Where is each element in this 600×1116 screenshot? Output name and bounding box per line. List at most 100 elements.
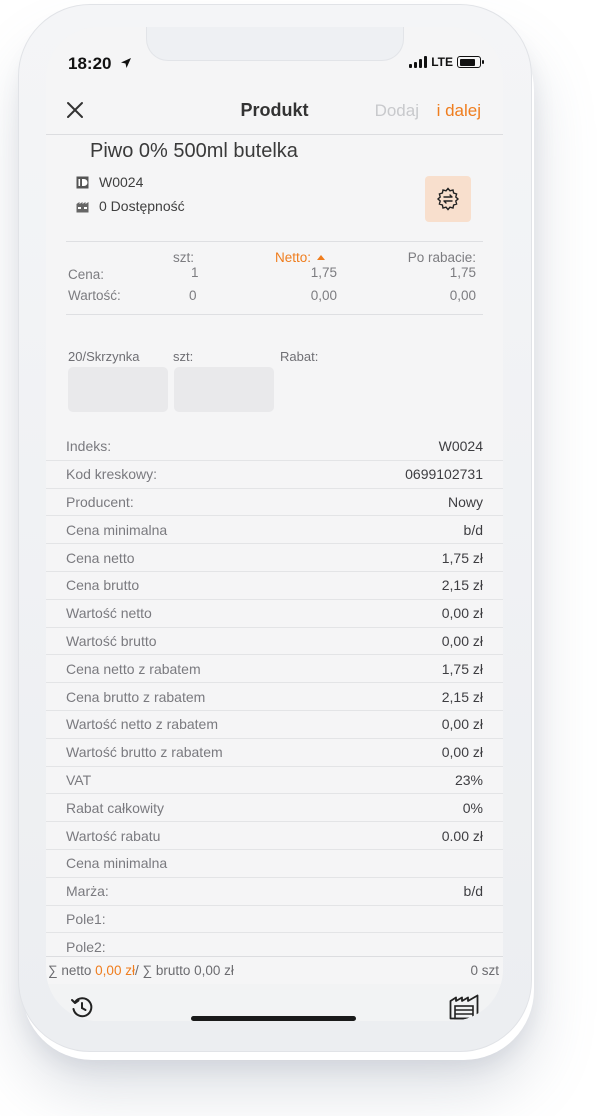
signal-icon	[409, 56, 428, 68]
sum-netto-value: 0,00 zł	[95, 963, 135, 978]
detail-row: Marża: b/d	[46, 878, 503, 906]
discount-label: Rabat:	[280, 349, 319, 364]
price-row-discount: 1,75	[449, 265, 476, 280]
qty-label: szt:	[173, 349, 194, 364]
detail-label: Wartość netto z rabatem	[66, 716, 218, 733]
detail-row: Wartość netto z rabatem 0,00 zł	[46, 711, 503, 739]
detail-value: 0,00 zł	[441, 632, 483, 649]
availability-row: 0 Dostępność	[76, 198, 185, 214]
history-icon[interactable]	[70, 996, 94, 1020]
detail-row: Kod kreskowy: 0699102731	[46, 461, 503, 489]
detail-row: Pole1:	[46, 906, 503, 934]
network-type: LTE	[431, 55, 453, 69]
detail-value: 1,75 zł	[441, 660, 483, 677]
detail-row: Cena netto z rabatem 1,75 zł	[46, 655, 503, 684]
detail-value: 23%	[454, 771, 483, 788]
home-indicator	[191, 1016, 356, 1021]
detail-label: Wartość brutto	[66, 632, 157, 649]
detail-value: b/d	[463, 521, 483, 538]
sum-brutto: / ∑ brutto 0,00 zł	[134, 963, 234, 978]
warehouse-icon[interactable]	[449, 994, 479, 1020]
currency-exchange-icon	[436, 187, 460, 211]
sum-count: 0 szt	[470, 963, 499, 978]
id-icon	[76, 176, 89, 188]
add-button[interactable]: Dodaj	[375, 101, 419, 121]
detail-value: 1,75 zł	[441, 549, 483, 566]
detail-value: Nowy	[447, 493, 483, 510]
detail-row: Wartość brutto 0,00 zł	[46, 628, 503, 656]
detail-label: Wartość netto	[66, 605, 152, 622]
detail-label: Cena brutto	[66, 577, 140, 594]
price-row-netto: 1,75	[310, 265, 337, 280]
detail-label: Pole1:	[66, 910, 106, 927]
detail-row: Producent: Nowy	[46, 489, 503, 517]
detail-label: Cena netto z rabatem	[66, 660, 201, 677]
summary-bar: ∑ netto 0,00 zł / ∑ brutto 0,00 zł 0 szt	[46, 956, 503, 984]
detail-label: Wartość rabatu	[66, 827, 161, 844]
product-code: W0024	[99, 174, 144, 190]
qty-header: szt:	[173, 250, 195, 265]
detail-label: Pole2:	[66, 938, 106, 955]
detail-value: 0699102731	[405, 466, 483, 483]
price-row-qty: 1	[191, 265, 199, 280]
detail-row: Wartość brutto z rabatem 0,00 zł	[46, 739, 503, 767]
package-label: 20/Skrzynka	[68, 349, 140, 364]
detail-label: Wartość brutto z rabatem	[66, 744, 223, 761]
package-input[interactable]	[68, 367, 168, 412]
value-row-discount: 0,00	[449, 288, 476, 303]
detail-label: Cena brutto z rabatem	[66, 688, 206, 705]
qty-input[interactable]	[174, 367, 274, 412]
detail-row: Cena brutto 2,15 zł	[46, 572, 503, 600]
detail-value: 0,00 zł	[441, 716, 483, 733]
divider	[66, 241, 483, 242]
divider	[66, 314, 483, 315]
convert-unit-button[interactable]	[425, 176, 471, 222]
detail-row: Wartość rabatu 0.00 zł	[46, 822, 503, 850]
warehouse-icon	[76, 201, 89, 212]
detail-label: Rabat całkowity	[66, 799, 165, 816]
netto-header-label: Netto:	[275, 250, 312, 265]
app-screen: 18:20 LTE Produkt Dodaj i dalej Piwo 0% …	[46, 27, 503, 1021]
battery-icon	[457, 56, 484, 68]
detail-label: Marża:	[66, 883, 109, 900]
detail-value: 2,15 zł	[441, 688, 483, 705]
detail-row: Cena netto 1,75 zł	[46, 544, 503, 572]
detail-label: Cena minimalna	[66, 521, 168, 538]
detail-row: Rabat całkowity 0%	[46, 794, 503, 823]
detail-value: 0,00 zł	[441, 605, 483, 622]
detail-label: Kod kreskowy:	[66, 466, 158, 483]
detail-row: VAT 23%	[46, 767, 503, 795]
detail-label: Cena netto	[66, 549, 135, 566]
detail-value: 0.00 zł	[441, 827, 483, 844]
status-time: 18:20	[68, 54, 112, 73]
discount-header: Po rabacie:	[407, 250, 476, 265]
price-row-label: Cena:	[68, 267, 105, 282]
detail-value: 2,15 zł	[441, 577, 483, 594]
detail-row: Wartość netto 0,00 zł	[46, 600, 503, 628]
detail-value: W0024	[438, 438, 483, 455]
detail-label: Producent:	[66, 493, 134, 510]
detail-value: 0,00 zł	[441, 744, 483, 761]
location-arrow-icon	[121, 58, 131, 68]
value-row-qty: 0	[189, 288, 197, 303]
value-row-label: Wartość:	[68, 288, 121, 303]
status-bar: 18:20 LTE	[46, 27, 503, 87]
sum-netto-prefix: ∑ netto	[48, 963, 92, 978]
product-code-row: W0024	[76, 174, 143, 190]
page-title: Produkt	[240, 100, 309, 120]
detail-label: Indeks:	[66, 438, 112, 455]
detail-value: b/d	[463, 883, 483, 900]
netto-header[interactable]: Netto:	[275, 250, 326, 265]
sort-asc-icon	[317, 255, 326, 260]
value-row-netto: 0,00	[310, 288, 337, 303]
detail-row: Cena brutto z rabatem 2,15 zł	[46, 683, 503, 711]
nav-bar: Produkt Dodaj i dalej	[46, 87, 503, 135]
detail-value: 0%	[462, 799, 483, 816]
detail-row: Cena minimalna b/d	[46, 516, 503, 545]
detail-label: VAT	[66, 771, 92, 788]
availability: 0 Dostępność	[99, 198, 185, 214]
add-and-next-button[interactable]: i dalej	[437, 101, 481, 121]
detail-label: Cena minimalna	[66, 855, 168, 872]
product-name: Piwo 0% 500ml butelka	[90, 140, 298, 162]
detail-row: Indeks: W0024	[46, 433, 503, 461]
